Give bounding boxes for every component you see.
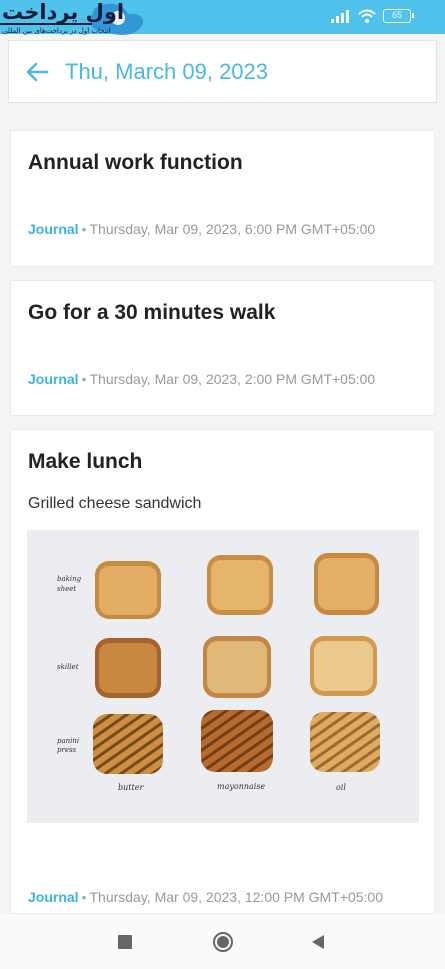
entry-meta: Journal • Thursday, Mar 09, 2023, 12:00 PM… [28,889,383,905]
watermark-logo: اول پرداخت انتخاب اول در پرداخت‌های بین … [0,0,160,38]
svg-text:panini: panini [57,737,79,745]
entry-title: Annual work function [28,151,243,174]
meta-separator: • [81,889,87,905]
svg-text:baking: baking [57,575,82,583]
nav-back-button[interactable] [303,927,333,957]
page-title: Thu, March 09, 2023 [65,58,269,84]
battery-icon: 65 [383,9,414,23]
system-nav-bar [0,914,445,969]
entry-datetime: Thursday, Mar 09, 2023, 2:00 PM GMT+05:0… [89,371,376,387]
back-button[interactable] [9,40,65,103]
svg-text:press: press [57,746,77,754]
meta-separator: • [81,221,87,237]
journal-entry-card[interactable]: Annual work function Journal • Thursday, M… [10,130,435,267]
entry-tag[interactable]: Journal [28,889,79,905]
entry-description: Grilled cheese sandwich [28,495,202,512]
svg-text:skillet: skillet [57,663,79,671]
signal-icon [331,10,349,23]
recents-square-icon [118,935,132,949]
entry-datetime: Thursday, Mar 09, 2023, 12:00 PM GMT+05:… [89,889,383,905]
back-triangle-icon [312,935,324,949]
status-bar: اول پرداخت انتخاب اول در پرداخت‌های بین … [0,0,445,35]
recents-button[interactable] [110,927,140,957]
svg-text:butter: butter [118,783,144,792]
status-icons: 65 [331,9,414,23]
home-button[interactable] [208,927,238,957]
grilled-cheese-photo: baking sheet skillet panini press butter… [57,553,380,792]
arrow-left-icon [26,62,48,81]
wifi-icon [358,9,376,23]
home-circle-icon [213,932,233,952]
journal-entry-card[interactable]: Go for a 30 minutes walk Journal • Thursda… [10,280,435,416]
entry-meta: Journal • Thursday, Mar 09, 2023, 2:00 PM … [28,371,375,387]
entry-title: Go for a 30 minutes walk [28,301,276,324]
entry-tag[interactable]: Journal [28,221,79,237]
date-header: Thu, March 09, 2023 [8,40,437,103]
entry-title: Make lunch [28,450,143,473]
watermark-tagline: انتخاب اول در پرداخت‌های بین المللی [2,27,111,35]
journal-entry-card[interactable]: Make lunch Grilled cheese sandwich bakin… [10,429,435,914]
entry-datetime: Thursday, Mar 09, 2023, 6:00 PM GMT+05:0… [89,221,376,237]
entry-meta: Journal • Thursday, Mar 09, 2023, 6:00 PM … [28,221,375,237]
svg-text:oil: oil [336,783,346,792]
svg-text:mayonnaise: mayonnaise [217,782,265,791]
watermark-brand: اول پرداخت [2,0,125,24]
svg-text:sheet: sheet [57,585,76,593]
entry-image[interactable]: baking sheet skillet panini press butter… [27,530,419,823]
meta-separator: • [81,371,87,387]
entry-tag[interactable]: Journal [28,371,79,387]
